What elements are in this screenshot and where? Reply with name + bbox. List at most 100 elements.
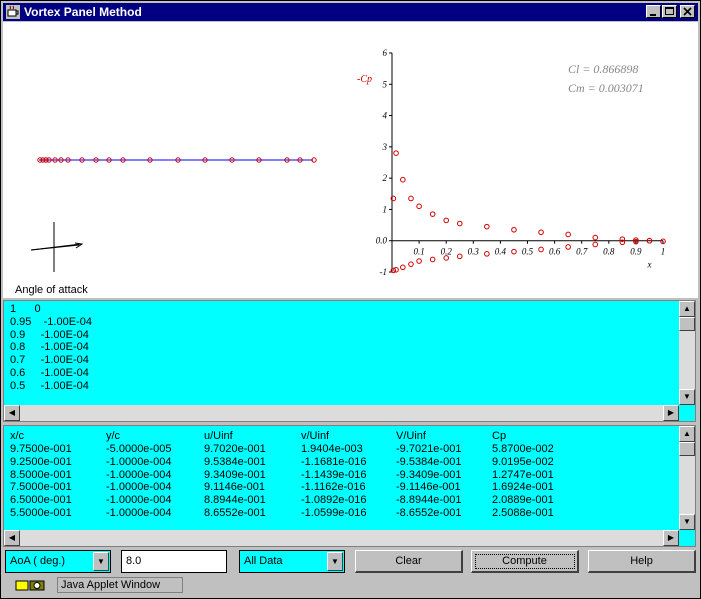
table-cell: 2.5088e-001 [492, 507, 554, 519]
clear-button[interactable]: Clear [355, 550, 463, 573]
y-tick-label: 0.0 [376, 236, 388, 246]
table-cell: -1.1162e-016 [301, 481, 366, 494]
table-cell: -8.8944e-001 [396, 494, 462, 507]
column-header: u/Uinf [204, 430, 233, 442]
y-tick-label: 6 [383, 48, 388, 58]
minimize-icon [650, 14, 656, 16]
cp-point [565, 231, 571, 238]
scroll-thumb[interactable] [679, 317, 695, 331]
cp-point [484, 251, 490, 257]
x-tick-label: 0.8 [603, 247, 615, 257]
scroll-up-button[interactable]: ▲ [679, 426, 695, 442]
data-filter-value: All Data [244, 555, 283, 567]
scroll-left-button[interactable]: ◀ [4, 405, 20, 421]
compute-button[interactable]: Compute [471, 550, 579, 573]
parameter-select[interactable]: AoA ( deg.) ▼ [5, 550, 111, 573]
java-cup-icon [6, 5, 20, 19]
angle-of-attack-label: Angle of attack [15, 284, 88, 296]
table-cell: -9.5384e-001 [396, 455, 462, 468]
column-header: x/c [10, 430, 25, 442]
status-bar: Java Applet Window [1, 575, 700, 598]
minimize-button[interactable] [646, 5, 661, 18]
table-cell: 6.5000e-001 [10, 494, 72, 507]
cp-point [400, 176, 406, 183]
cp-point [429, 211, 436, 217]
y-tick-label: 1 [383, 204, 388, 214]
column-header: Cp [492, 430, 507, 442]
table-cell: -1.0000e-004 [106, 468, 172, 481]
table-cell: 9.0195e-002 [492, 455, 554, 468]
cp-point [538, 246, 544, 253]
close-button[interactable] [680, 5, 695, 18]
data-filter-select[interactable]: All Data ▼ [239, 550, 345, 573]
x-tick-label: 0.7 [576, 247, 588, 257]
help-button[interactable]: Help [588, 550, 696, 573]
table-cell: 9.7500e-001 [10, 443, 72, 455]
maximize-icon [665, 7, 674, 15]
cl-value: Cl = 0.866898 [568, 62, 639, 76]
cp-point [538, 229, 544, 236]
table-cell: 8.8944e-001 [204, 494, 266, 507]
x-tick-label: 0.4 [495, 247, 507, 257]
table-cell: -1.0000e-004 [106, 494, 172, 507]
cp-point [416, 258, 422, 264]
list-item: 0.5 -1.00E-04 [10, 379, 89, 392]
y-tick-label: 5 [383, 79, 388, 89]
table-cell: -1.0000e-004 [106, 481, 172, 494]
cp-point [484, 223, 490, 230]
title-bar[interactable]: Vortex Panel Method [3, 3, 698, 21]
cp-point [400, 264, 406, 271]
scroll-left-button[interactable]: ◀ [4, 530, 20, 546]
x-tick-label: 0.6 [549, 247, 561, 257]
chevron-down-icon[interactable]: ▼ [93, 552, 109, 571]
scroll-thumb[interactable] [679, 442, 695, 456]
coordinates-panel[interactable]: 1 0 0.95 -1.00E-04 0.9 -1.00E-04 0.8 -1.00E… [3, 300, 696, 422]
x-tick-label: 0.1 [413, 247, 424, 257]
parameter-value-input[interactable]: 8.0 [121, 550, 227, 573]
coordinates-hscroll[interactable]: ◀ ▶ [4, 405, 679, 421]
table-cell: 8.5000e-001 [10, 468, 72, 481]
table-cell: -1.1681e-016 [301, 455, 367, 468]
table-cell: 1.9404e-003 [301, 443, 363, 455]
scroll-up-button[interactable]: ▲ [679, 301, 695, 317]
table-cell: 1.2747e-001 [492, 468, 554, 481]
scroll-down-button[interactable]: ▼ [679, 389, 695, 405]
y-axis-label: -Cp [357, 74, 372, 85]
cp-point [565, 244, 571, 250]
results-vscroll[interactable]: ▲ ▼ [679, 426, 695, 530]
cp-point [511, 226, 517, 233]
table-cell: 9.3409e-001 [204, 468, 266, 481]
scroll-down-button[interactable]: ▼ [679, 514, 695, 530]
table-cell: 5.8700e-002 [492, 443, 554, 455]
results-panel[interactable]: x/c y/c u/Uinf v/Uinf V/Uinf Cp 9.7500e-001 -5.… [3, 425, 696, 547]
parameter-select-value: AoA ( deg.) [10, 555, 66, 567]
cp-point [592, 234, 599, 241]
list-item: 1 0 [10, 303, 41, 315]
maximize-button[interactable] [662, 5, 677, 18]
list-item: 0.95 -1.00E-04 [10, 315, 92, 328]
status-text: Java Applet Window [61, 579, 161, 591]
table-cell: -9.7021e-001 [396, 443, 462, 455]
x-tick-label: 0.3 [468, 247, 480, 257]
y-tick-label: 4 [383, 111, 388, 121]
table-cell: 8.6552e-001 [204, 507, 266, 519]
cp-point [408, 261, 414, 267]
table-cell: -1.0000e-004 [106, 455, 172, 468]
results-hscroll[interactable]: ◀ ▶ [4, 530, 679, 546]
chevron-down-icon[interactable]: ▼ [327, 552, 343, 571]
x-tick-label: 1 [661, 247, 666, 257]
x-axis-label: x [646, 260, 651, 270]
coordinates-vscroll[interactable]: ▲ ▼ [679, 301, 695, 405]
list-item: 0.7 -1.00E-04 [10, 354, 89, 367]
table-cell: -1.0892e-016 [301, 494, 367, 507]
list-item: 0.9 -1.00E-04 [10, 328, 89, 341]
cp-point [592, 241, 599, 248]
cp-point [429, 256, 436, 263]
window-title: Vortex Panel Method [24, 5, 142, 19]
plot-canvas: 6 5 4 3 2 1 0.0 -1 0.1 0.2 0.3 0.4 0.5 0.6 0.7 0.8 0.9 1 x… [3, 22, 698, 298]
scroll-right-button[interactable]: ▶ [663, 405, 679, 421]
applet-window: Vortex Panel Method 6 5 4 3 2 1 0.0 -1 0.1 0.2 0.3… [0, 0, 701, 599]
parameter-value-text: 8.0 [126, 555, 142, 567]
scroll-right-button[interactable]: ▶ [663, 530, 679, 546]
table-cell: -5.0000e-005 [106, 443, 172, 455]
